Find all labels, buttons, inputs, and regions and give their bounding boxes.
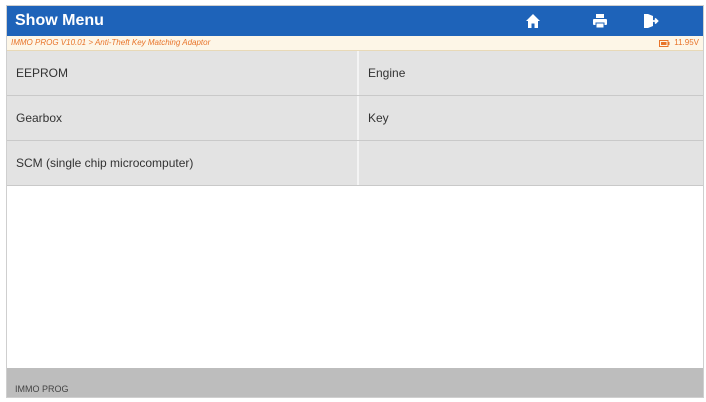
- menu-grid: EEPROM Engine Gearbox Key SCM (single ch…: [7, 51, 703, 186]
- menu-item-empty: [359, 141, 703, 185]
- breadcrumb: IMMO PROG V10.01 > Anti-Theft Key Matchi…: [11, 38, 211, 47]
- print-icon: [593, 14, 607, 29]
- menu-item-gearbox[interactable]: Gearbox: [7, 96, 359, 140]
- print-button[interactable]: [590, 11, 610, 31]
- voltage-value: 11.95V: [674, 38, 699, 47]
- breadcrumb-bar: IMMO PROG V10.01 > Anti-Theft Key Matchi…: [7, 36, 703, 51]
- battery-icon: [659, 39, 670, 47]
- menu-item-key[interactable]: Key: [359, 96, 703, 140]
- menu-item-scm[interactable]: SCM (single chip microcomputer): [7, 141, 359, 185]
- status-label: IMMO PROG: [15, 384, 69, 394]
- menu-row: EEPROM Engine: [7, 51, 703, 96]
- home-icon: [526, 14, 540, 28]
- app-window: Show Menu IMMO PROG V10.01 > Anti-Theft …: [6, 5, 704, 398]
- title-bar: Show Menu: [7, 6, 703, 36]
- exit-icon: [644, 14, 659, 28]
- home-button[interactable]: [523, 11, 543, 31]
- menu-item-engine[interactable]: Engine: [359, 51, 703, 95]
- status-bar: IMMO PROG: [7, 368, 703, 397]
- menu-row: SCM (single chip microcomputer): [7, 141, 703, 186]
- battery-voltage: 11.95V: [659, 38, 699, 47]
- page-title: Show Menu: [15, 12, 104, 29]
- menu-row: Gearbox Key: [7, 96, 703, 141]
- exit-button[interactable]: [640, 11, 660, 31]
- menu-item-eeprom[interactable]: EEPROM: [7, 51, 359, 95]
